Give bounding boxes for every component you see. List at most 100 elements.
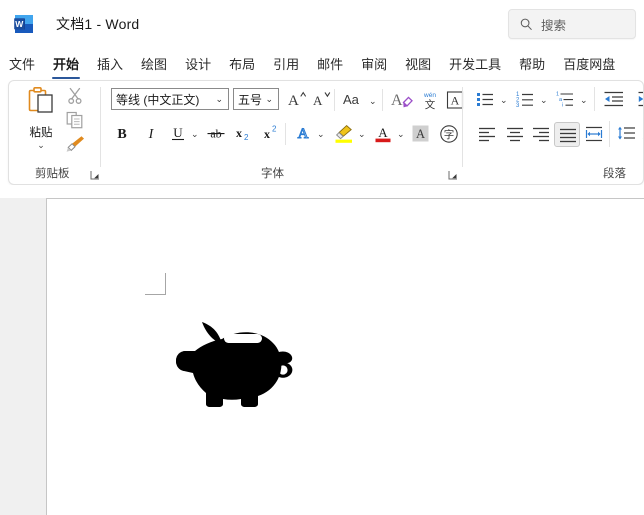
ribbon-group-paragraph: ⌄ 1 2 3 ⌄ 1 a i ⌄ 段落 xyxy=(463,81,643,184)
chevron-down-icon[interactable]: ⌄ xyxy=(265,94,273,104)
tab-help[interactable]: 帮助 xyxy=(510,50,554,80)
scissors-icon xyxy=(65,87,85,110)
align-right-button[interactable] xyxy=(531,125,551,148)
increase-font-size-icon: A xyxy=(287,91,307,112)
clipboard-group-label: 剪贴板 xyxy=(35,168,70,180)
line-spacing-button[interactable] xyxy=(617,125,637,148)
svg-text:x: x xyxy=(236,126,242,140)
svg-text:A: A xyxy=(416,127,425,141)
font-size-combo[interactable]: 五号 ⌄ xyxy=(233,88,279,110)
underline-caret[interactable]: ⌄ xyxy=(191,130,199,139)
font-color-caret[interactable]: ⌄ xyxy=(397,130,405,139)
change-case-caret[interactable]: ⌄ xyxy=(369,97,377,106)
align-center-button[interactable] xyxy=(505,125,525,148)
svg-text:U: U xyxy=(173,125,183,140)
search-placeholder: 搜索 xyxy=(541,18,567,33)
svg-text:2: 2 xyxy=(272,125,277,134)
font-color-button[interactable]: A xyxy=(373,123,393,148)
distribute-icon xyxy=(584,126,604,147)
cut-button[interactable] xyxy=(65,86,87,108)
bullets-caret[interactable]: ⌄ xyxy=(500,96,508,105)
text-effects-button[interactable]: A xyxy=(293,123,313,148)
multilevel-list-button[interactable]: 1 a i xyxy=(555,89,575,114)
svg-text:字: 字 xyxy=(444,128,455,141)
font-color-icon: A xyxy=(373,125,393,147)
strikethrough-button[interactable]: ab xyxy=(205,124,227,147)
svg-text:i: i xyxy=(562,103,563,109)
clear-formatting-icon: A xyxy=(391,92,415,115)
distribute-button[interactable] xyxy=(584,125,604,148)
tab-developer[interactable]: 开发工具 xyxy=(440,50,510,80)
document-workspace xyxy=(0,198,644,515)
phonetic-guide-button[interactable]: wén 文 xyxy=(419,89,441,116)
font-name-combo[interactable]: 等线 (中文正文) ⌄ xyxy=(111,88,229,110)
paste-button[interactable]: 粘贴 ⌄ xyxy=(21,86,61,154)
tab-insert[interactable]: 插入 xyxy=(88,50,132,80)
bold-button[interactable]: B xyxy=(113,124,131,147)
numbering-button[interactable]: 1 2 3 xyxy=(515,89,535,114)
chevron-down-icon[interactable]: ⌄ xyxy=(215,94,223,104)
underline-button[interactable]: U xyxy=(169,124,187,147)
format-painter-button[interactable] xyxy=(65,133,87,155)
word-icon: W xyxy=(12,12,36,36)
numbering-caret[interactable]: ⌄ xyxy=(540,96,548,105)
line-spacing-icon xyxy=(617,126,637,147)
grow-font-button[interactable]: A xyxy=(287,90,307,113)
tab-review[interactable]: 审阅 xyxy=(352,50,396,80)
superscript-icon: x 2 xyxy=(262,125,282,146)
ribbon: 粘贴 ⌄ 剪贴板 等线 (中文正文) ⌄ 五号 ⌄ A A Aa ⌄ A wén… xyxy=(8,80,644,185)
text-effects-caret[interactable]: ⌄ xyxy=(317,130,325,139)
justify-button[interactable] xyxy=(554,122,580,147)
inline-separator xyxy=(285,123,286,145)
clear-formatting-button[interactable]: A xyxy=(391,89,415,116)
phonetic-guide-icon: wén 文 xyxy=(419,92,441,115)
svg-text:wén: wén xyxy=(423,92,436,99)
svg-text:A: A xyxy=(298,126,309,142)
svg-text:A: A xyxy=(378,125,388,140)
highlight-color-caret[interactable]: ⌄ xyxy=(358,130,366,139)
decrease-indent-button[interactable] xyxy=(603,89,625,114)
piggy-bank-icon[interactable] xyxy=(175,309,305,415)
tab-mailings[interactable]: 邮件 xyxy=(308,50,352,80)
tab-home[interactable]: 开始 xyxy=(44,50,88,80)
increase-indent-icon xyxy=(637,91,643,113)
italic-button[interactable]: I xyxy=(142,124,160,147)
multilevel-list-caret[interactable]: ⌄ xyxy=(580,96,588,105)
character-shading-button[interactable]: A xyxy=(411,124,430,148)
tab-draw[interactable]: 绘图 xyxy=(132,50,176,80)
ribbon-group-font: 等线 (中文正文) ⌄ 五号 ⌄ A A Aa ⌄ A wén 文 A B I … xyxy=(101,81,464,184)
superscript-button[interactable]: x 2 xyxy=(262,124,282,147)
font-size-value: 五号 xyxy=(238,92,263,107)
shrink-font-button[interactable]: A xyxy=(312,90,332,113)
italic-icon: I xyxy=(142,127,160,146)
clipboard-dialog-launcher[interactable] xyxy=(89,168,101,180)
tab-references[interactable]: 引用 xyxy=(264,50,308,80)
tab-layout[interactable]: 布局 xyxy=(220,50,264,80)
tab-design[interactable]: 设计 xyxy=(176,50,220,80)
word-application-window: W 文档1 - Word 搜索 文件 开始 插入 绘图 设计 布局 引用 邮件 … xyxy=(0,0,644,515)
search-box[interactable]: 搜索 xyxy=(508,9,636,39)
highlight-color-button[interactable] xyxy=(333,123,355,148)
document-page[interactable] xyxy=(46,198,644,515)
title-bar: W 文档1 - Word 搜索 xyxy=(0,0,644,48)
tab-baidu-netdisk[interactable]: 百度网盘 xyxy=(554,50,624,80)
change-case-button[interactable]: Aa xyxy=(343,91,367,112)
ribbon-bottom-spacer xyxy=(0,185,644,198)
enclose-characters-button[interactable]: 字 xyxy=(439,124,459,149)
inline-separator xyxy=(382,89,383,111)
font-dialog-launcher[interactable] xyxy=(447,168,459,180)
svg-text:A: A xyxy=(451,94,460,108)
bullet-list-icon xyxy=(475,93,495,113)
copy-button[interactable] xyxy=(65,110,87,132)
change-case-icon: Aa xyxy=(343,92,367,111)
paste-label: 粘贴 xyxy=(29,127,53,139)
inline-separator xyxy=(594,87,595,111)
bullets-button[interactable] xyxy=(475,89,495,114)
subscript-button[interactable]: x 2 xyxy=(234,124,254,147)
increase-indent-button[interactable] xyxy=(637,89,643,114)
align-left-button[interactable] xyxy=(477,125,497,148)
align-left-icon xyxy=(477,127,497,147)
paste-dropdown-caret[interactable]: ⌄ xyxy=(21,141,61,150)
tab-view[interactable]: 视图 xyxy=(396,50,440,80)
tab-file[interactable]: 文件 xyxy=(0,50,44,80)
